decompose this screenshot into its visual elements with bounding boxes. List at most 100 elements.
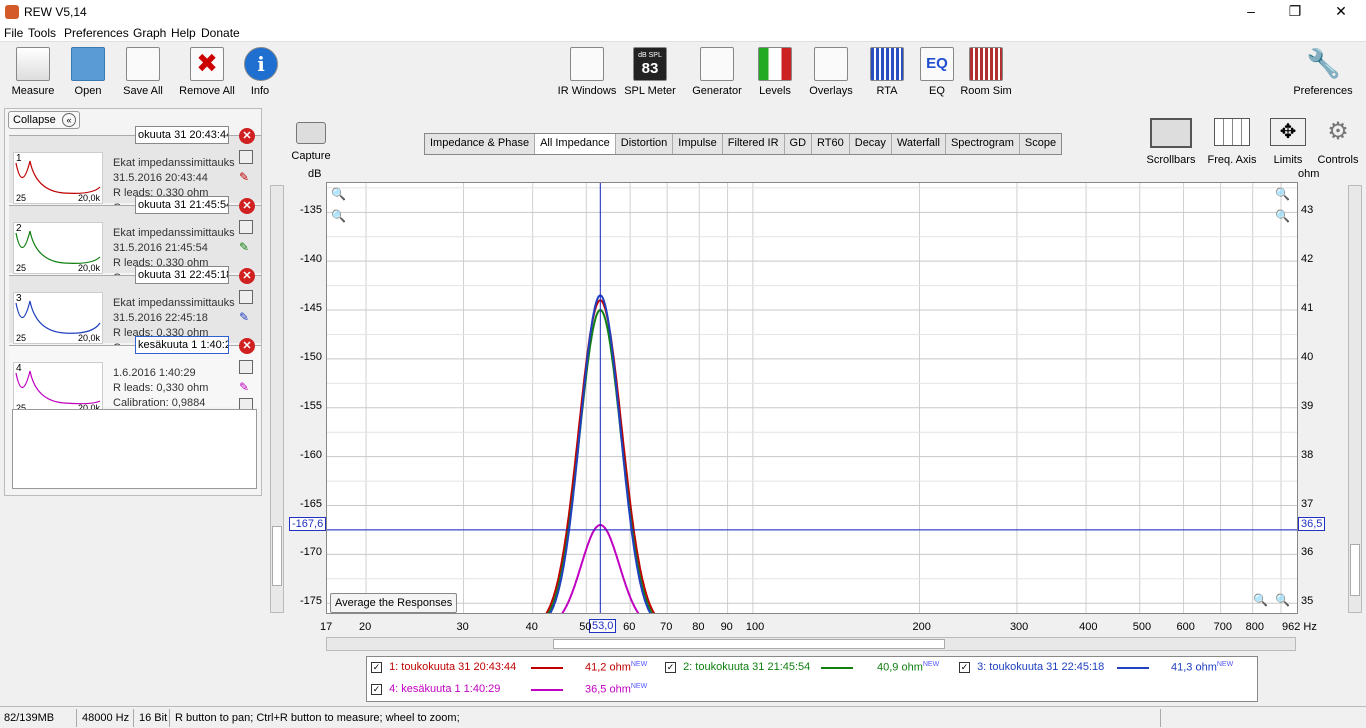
- tab-waterfall[interactable]: Waterfall: [892, 134, 946, 154]
- left-scrollbar[interactable]: [270, 185, 284, 613]
- delete-icon[interactable]: ✕: [239, 338, 255, 354]
- x-tick-label: 200: [912, 621, 931, 633]
- average-responses-button[interactable]: Average the Responses: [330, 593, 458, 613]
- scroll-thumb[interactable]: [1350, 544, 1360, 596]
- x-tick-label: 80: [692, 621, 705, 633]
- freq-axis-button[interactable]: Freq. Axis: [1204, 118, 1260, 166]
- pen-icon[interactable]: ✎: [239, 170, 253, 184]
- overlays-button[interactable]: Overlays: [806, 47, 856, 97]
- tab-gd[interactable]: GD: [785, 134, 813, 154]
- zoom-out-icon[interactable]: 🔍: [331, 209, 346, 223]
- zoom-in-right-icon[interactable]: 🔍: [1275, 187, 1290, 201]
- sample-rate: 48000 Hz: [82, 712, 130, 724]
- delete-icon[interactable]: ✕: [239, 128, 255, 144]
- menu-graph[interactable]: Graph: [133, 26, 166, 40]
- delete-icon[interactable]: ✕: [239, 198, 255, 214]
- pen-icon[interactable]: ✎: [239, 310, 253, 324]
- chart-icon[interactable]: [239, 290, 253, 304]
- room-sim-button[interactable]: Room Sim: [960, 47, 1012, 97]
- menu-file[interactable]: File: [4, 26, 23, 40]
- room-sim-icon: [969, 47, 1003, 81]
- tab-rt60[interactable]: RT60: [812, 134, 850, 154]
- delete-icon[interactable]: ✕: [239, 268, 255, 284]
- legend-line: [531, 689, 563, 691]
- levels-button[interactable]: Levels: [754, 47, 796, 97]
- menu-donate[interactable]: Donate: [201, 26, 240, 40]
- pen-icon[interactable]: ✎: [239, 240, 253, 254]
- tab-impulse[interactable]: Impulse: [673, 134, 723, 154]
- limits-button[interactable]: ✥ Limits: [1266, 118, 1310, 166]
- spl-meter-icon: dB SPL 83: [633, 47, 667, 81]
- checkbox[interactable]: ✓: [959, 661, 970, 673]
- tab-impedance-phase[interactable]: Impedance & Phase: [425, 134, 536, 154]
- legend-item-2[interactable]: ✓ 2: toukokuuta 31 21:45:54 40,9 ohmNEW: [665, 661, 955, 674]
- zoom-out-right-icon[interactable]: 🔍: [1275, 209, 1290, 223]
- measurement-item-3[interactable]: okuuta 31 22:45:18 ✕ 3 25 20,0k Ekat imp…: [9, 266, 261, 354]
- eq-button[interactable]: EQ EQ: [918, 47, 956, 97]
- rta-button[interactable]: RTA: [868, 47, 906, 97]
- x-tick-label: 17: [320, 621, 333, 633]
- spl-meter-button[interactable]: dB SPL 83 SPL Meter: [623, 47, 677, 97]
- legend-item-1[interactable]: ✓ 1: toukokuuta 31 20:43:44 41,2 ohmNEW: [371, 661, 661, 674]
- generator-button[interactable]: Generator: [690, 47, 744, 97]
- chart-icon[interactable]: [239, 220, 253, 234]
- legend-line: [821, 667, 853, 669]
- checkbox[interactable]: ✓: [371, 683, 382, 695]
- scroll-thumb[interactable]: [553, 639, 945, 649]
- chart-icon[interactable]: [239, 150, 253, 164]
- collapse-button[interactable]: Collapse «: [8, 111, 80, 129]
- app-icon: [5, 5, 19, 19]
- zoom-x-out-icon[interactable]: 🔍: [1253, 593, 1268, 607]
- y-right-tick-label: 36: [1301, 546, 1314, 559]
- tab-decay[interactable]: Decay: [850, 134, 892, 154]
- measurement-name-field[interactable]: okuuta 31 22:45:18: [135, 266, 229, 284]
- remove-all-button[interactable]: ✖ Remove All: [178, 47, 236, 97]
- open-button[interactable]: Open: [68, 47, 108, 97]
- measurement-item-4[interactable]: kesäkuuta 1 1:40:29 ✕ 4 25 20,0k 1.6.201…: [9, 336, 261, 414]
- legend-item-3[interactable]: ✓ 3: toukokuuta 31 22:45:18 41,3 ohmNEW: [959, 661, 1255, 674]
- tab-filtered-ir[interactable]: Filtered IR: [723, 134, 785, 154]
- tab-distortion[interactable]: Distortion: [616, 134, 674, 154]
- measurement-name-field[interactable]: okuuta 31 21:45:54: [135, 196, 229, 214]
- tab-all-impedance[interactable]: All Impedance: [535, 134, 616, 154]
- measurement-item-1[interactable]: okuuta 31 20:43:44 ✕ 1 25 20,0k Ekat imp…: [9, 126, 261, 214]
- checkbox[interactable]: ✓: [371, 661, 382, 673]
- horizontal-scrollbar[interactable]: [326, 637, 1296, 651]
- x-tick-label: 400: [1079, 621, 1098, 633]
- measurement-name-field[interactable]: okuuta 31 20:43:44: [135, 126, 229, 144]
- menu-tools[interactable]: Tools: [28, 26, 56, 40]
- controls-button[interactable]: ⚙ Controls: [1314, 118, 1362, 166]
- measurement-thumbnail: 2 25 20,0k: [13, 222, 103, 274]
- menu-help[interactable]: Help: [171, 26, 196, 40]
- tab-spectrogram[interactable]: Spectrogram: [946, 134, 1020, 154]
- graph-tabs: Impedance & Phase All Impedance Distorti…: [424, 133, 1063, 155]
- save-all-button[interactable]: Save All: [120, 47, 166, 97]
- impedance-plot[interactable]: 🔍 🔍 🔍 🔍 🔍 🔍: [326, 182, 1298, 629]
- info-button[interactable]: i Info: [244, 47, 278, 97]
- checkbox[interactable]: ✓: [665, 661, 676, 673]
- plot-canvas[interactable]: [327, 183, 1297, 629]
- preferences-button[interactable]: 🔧 Preferences: [1290, 47, 1356, 97]
- info-icon: i: [244, 47, 278, 81]
- x-tick-label: 800: [1245, 621, 1265, 633]
- scroll-thumb[interactable]: [272, 526, 282, 586]
- measure-button[interactable]: Measure: [10, 47, 56, 97]
- chart-icon[interactable]: [239, 360, 253, 374]
- scrollbars-button[interactable]: Scrollbars: [1144, 118, 1198, 166]
- restore-icon[interactable]: ❐: [1272, 0, 1318, 24]
- pen-icon[interactable]: ✎: [239, 380, 253, 394]
- notes-area[interactable]: [12, 409, 257, 489]
- menu-preferences[interactable]: Preferences: [64, 26, 129, 40]
- zoom-in-icon[interactable]: 🔍: [331, 187, 346, 201]
- right-scrollbar[interactable]: [1348, 185, 1362, 613]
- zoom-x-in-icon[interactable]: 🔍: [1275, 593, 1290, 607]
- x-tick-label: 70: [660, 621, 673, 633]
- legend-item-4[interactable]: ✓ 4: kesäkuuta 1 1:40:29 36,5 ohmNEW: [371, 683, 661, 696]
- close-icon[interactable]: ✕: [1318, 0, 1364, 24]
- ir-windows-button[interactable]: IR Windows: [555, 47, 619, 97]
- capture-button[interactable]: Capture: [290, 122, 332, 162]
- measurement-item-2[interactable]: okuuta 31 21:45:54 ✕ 2 25 20,0k Ekat imp…: [9, 196, 261, 284]
- minimize-icon[interactable]: –: [1228, 0, 1274, 24]
- tab-scope[interactable]: Scope: [1020, 134, 1061, 154]
- measurement-name-field[interactable]: kesäkuuta 1 1:40:29: [135, 336, 229, 354]
